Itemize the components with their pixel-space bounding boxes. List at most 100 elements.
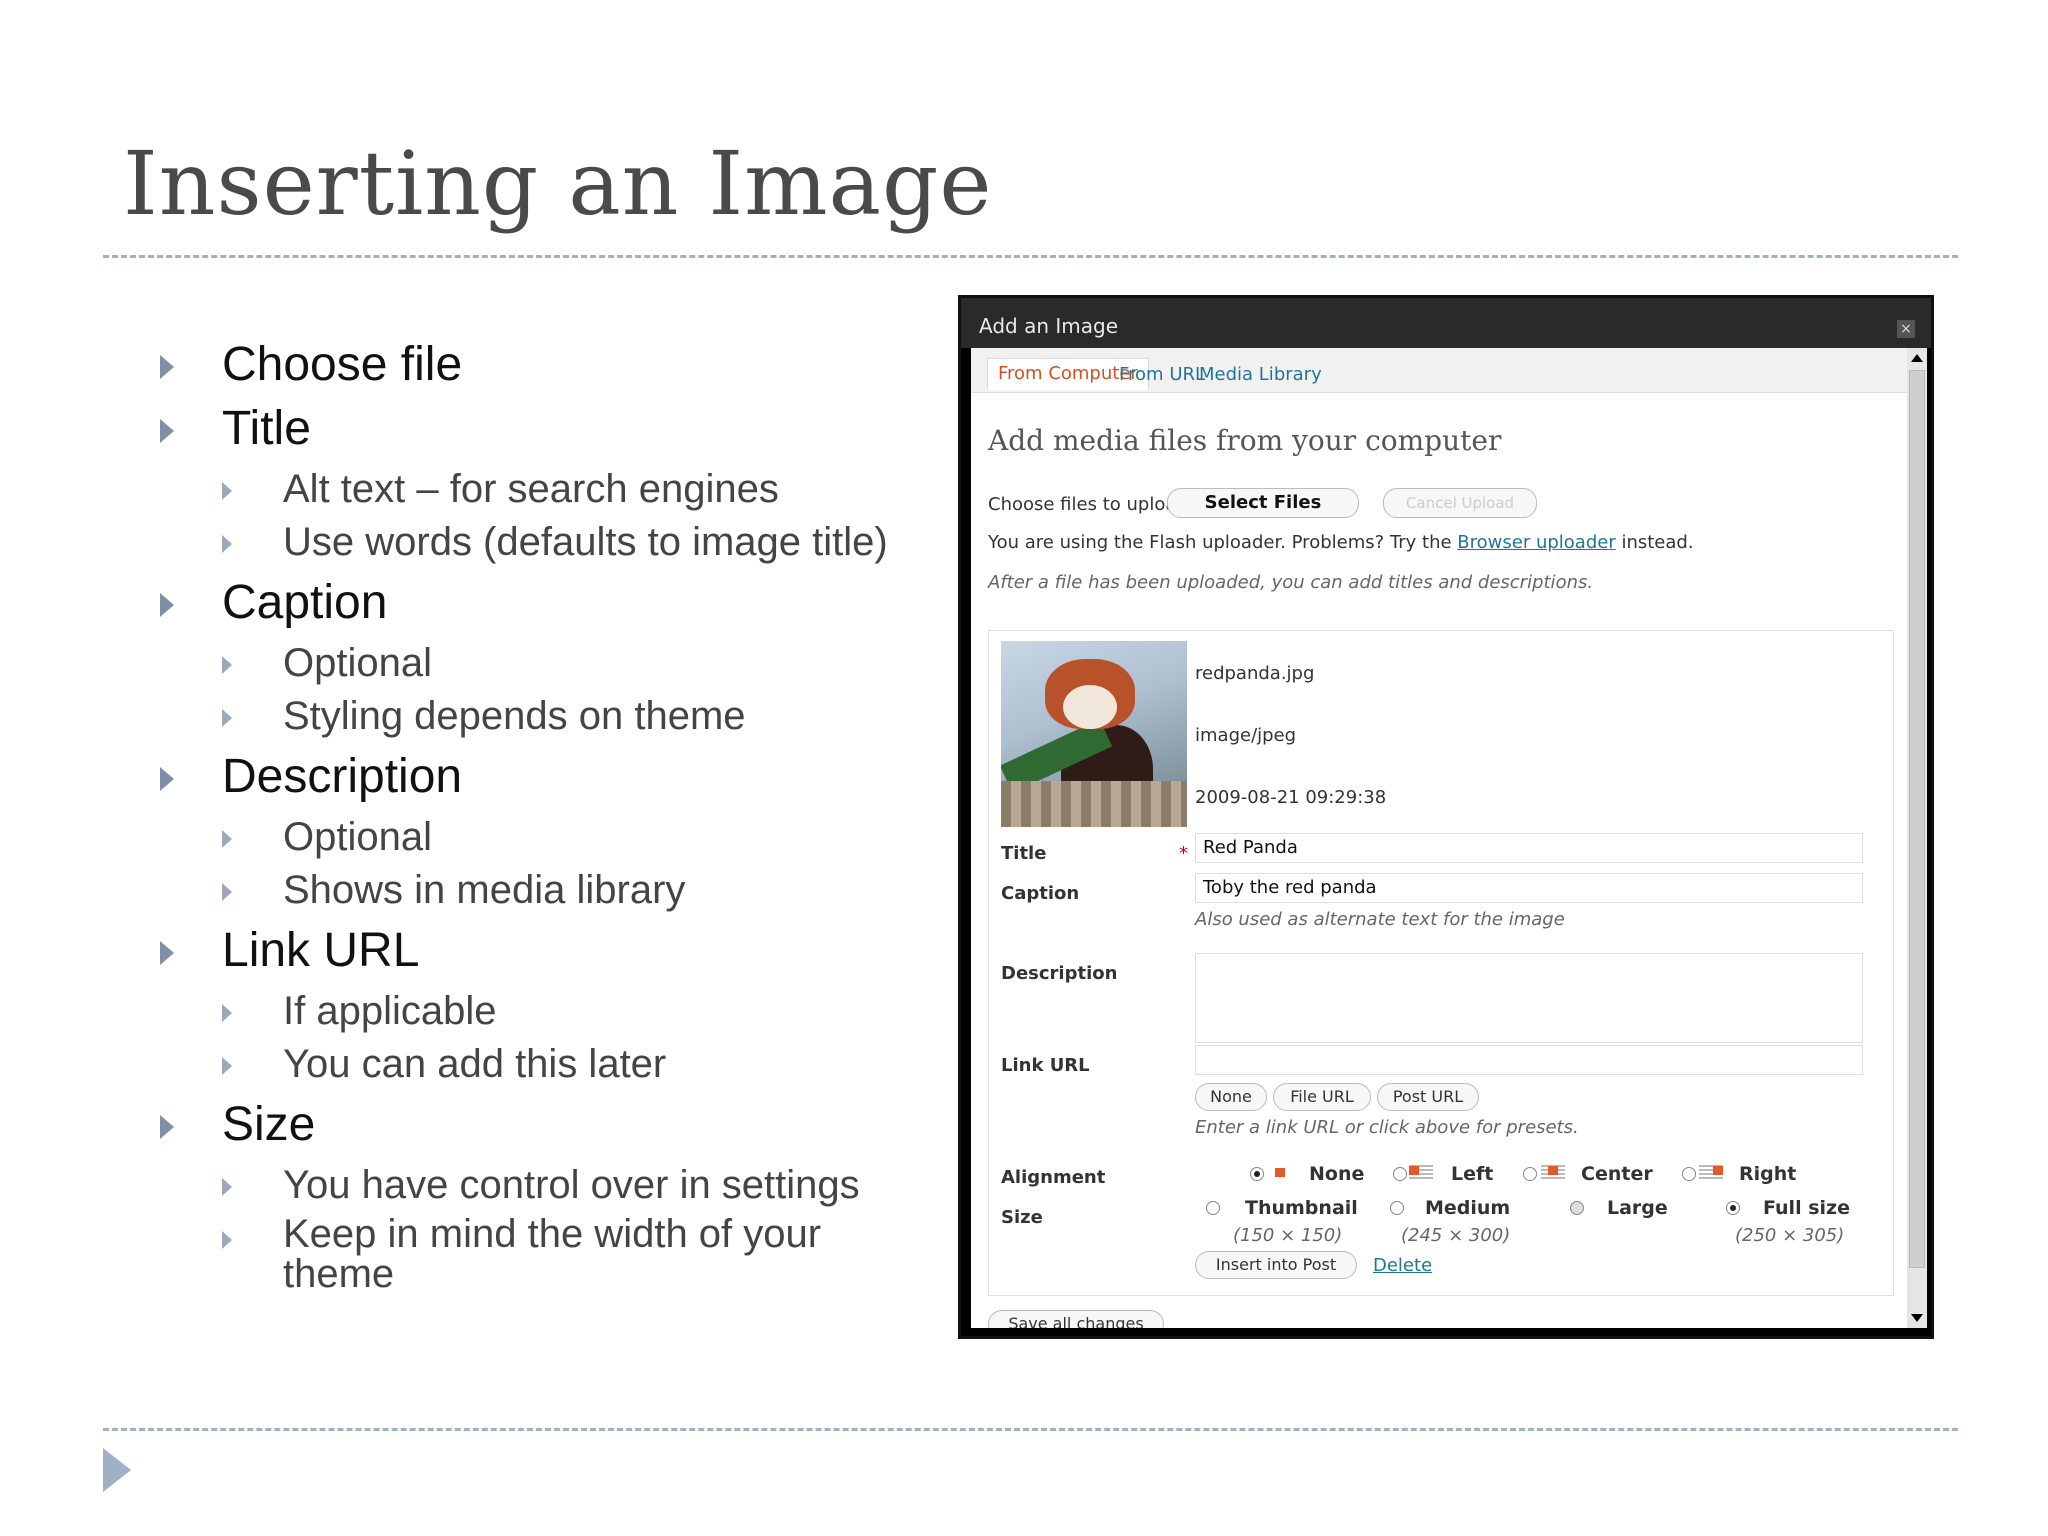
bullet-triangle-icon: [160, 593, 174, 617]
bullet-link-url: Link URL: [160, 919, 960, 983]
top-divider: [103, 255, 1958, 258]
dialog-title: Add an Image: [979, 314, 1119, 338]
after-upload-note: After a file has been uploaded, you can …: [988, 572, 1594, 593]
bullet-size: Size: [160, 1093, 960, 1157]
caption-hint: Also used as alternate text for the imag…: [1195, 909, 1565, 930]
align-none-label: None: [1309, 1163, 1365, 1185]
link-none-button[interactable]: None: [1195, 1083, 1267, 1111]
size-large-label: Large: [1607, 1197, 1668, 1219]
size-medium-label: Medium: [1425, 1197, 1511, 1219]
scroll-thumb[interactable]: [1909, 370, 1925, 1268]
bullet-caption: Caption: [160, 571, 960, 635]
align-left-label: Left: [1451, 1163, 1494, 1185]
align-center-radio[interactable]: [1523, 1167, 1537, 1181]
align-right-label: Right: [1739, 1163, 1797, 1185]
size-medium-radio[interactable]: [1390, 1201, 1404, 1215]
dialog-content: From Computer From URL Media Library Add…: [971, 348, 1907, 1328]
bullet-list: Choose file Title Alt text – for search …: [160, 333, 960, 1299]
tab-media-library[interactable]: Media Library: [1189, 360, 1332, 390]
bullet-triangle-icon: [160, 941, 174, 965]
size-label: Size: [1001, 1207, 1043, 1228]
sub-bullet-triangle-icon: [222, 830, 232, 848]
bullet-triangle-icon: [160, 767, 174, 791]
align-none-radio[interactable]: [1250, 1167, 1264, 1181]
sub-bullet-triangle-icon: [222, 535, 232, 553]
sub-bullet-triangle-icon: [222, 1004, 232, 1022]
slide-title: Inserting an Image: [123, 132, 993, 235]
sub-bullet: If applicable: [160, 987, 960, 1035]
sub-bullet: You have control over in settings: [160, 1161, 960, 1209]
scroll-up-arrow-icon[interactable]: [1911, 354, 1923, 362]
sub-bullet-triangle-icon: [222, 1231, 232, 1249]
bullet-triangle-icon: [160, 355, 174, 379]
align-center-label: Center: [1581, 1163, 1653, 1185]
sub-bullet-triangle-icon: [222, 1057, 232, 1075]
sub-bullet: Keep in mind the width of your theme: [160, 1214, 843, 1294]
title-input[interactable]: Red Panda: [1195, 833, 1863, 863]
bullet-choose-file: Choose file: [160, 333, 960, 397]
close-icon[interactable]: ×: [1897, 320, 1915, 338]
size-thumbnail-dims: (150 × 150): [1233, 1225, 1343, 1246]
bullet-triangle-icon: [160, 1115, 174, 1139]
file-upload-date: 2009-08-21 09:29:38: [1195, 787, 1387, 808]
sub-bullet: Optional: [160, 813, 960, 861]
size-large-radio: [1570, 1201, 1584, 1215]
caption-input[interactable]: Toby the red panda: [1195, 873, 1863, 903]
align-none-icon: [1269, 1167, 1293, 1181]
browser-uploader-link[interactable]: Browser uploader: [1457, 532, 1615, 553]
flash-uploader-notice: You are using the Flash uploader. Proble…: [988, 532, 1694, 553]
choose-files-label: Choose files to upload: [988, 494, 1188, 515]
link-file-url-button[interactable]: File URL: [1273, 1083, 1371, 1111]
dialog-scrollbar[interactable]: [1907, 348, 1927, 1328]
link-url-input[interactable]: [1195, 1045, 1863, 1075]
link-post-url-button[interactable]: Post URL: [1377, 1083, 1479, 1111]
description-label: Description: [1001, 963, 1118, 984]
caption-label: Caption: [1001, 883, 1080, 904]
save-all-changes-button[interactable]: Save all changes: [988, 1310, 1164, 1328]
sub-bullet: Styling depends on theme: [160, 692, 960, 740]
select-files-button[interactable]: Select Files: [1167, 488, 1359, 518]
bottom-divider: [103, 1428, 1958, 1431]
slide-nav-triangle-icon: [103, 1448, 131, 1492]
sub-bullet: You can add this later: [160, 1040, 960, 1088]
red-panda-thumbnail: [1001, 641, 1187, 827]
align-left-radio[interactable]: [1393, 1167, 1407, 1181]
sub-bullet: Use words (defaults to image title): [160, 518, 960, 566]
title-label: Title: [1001, 843, 1047, 864]
add-image-dialog: Add an Image × From Computer From URL Me…: [958, 295, 1934, 1339]
file-mime-type: image/jpeg: [1195, 725, 1297, 746]
sub-bullet: Shows in media library: [160, 866, 960, 914]
align-left-icon: [1409, 1165, 1433, 1179]
sub-bullet: Optional: [160, 639, 960, 687]
scroll-down-arrow-icon[interactable]: [1911, 1314, 1923, 1322]
sub-bullet-triangle-icon: [222, 1178, 232, 1196]
align-right-radio[interactable]: [1682, 1167, 1696, 1181]
link-url-label: Link URL: [1001, 1055, 1090, 1076]
description-textarea[interactable]: [1195, 953, 1863, 1043]
cancel-upload-button: Cancel Upload: [1383, 488, 1537, 518]
size-thumbnail-radio[interactable]: [1206, 1201, 1220, 1215]
sub-bullet-triangle-icon: [222, 883, 232, 901]
link-hint: Enter a link URL or click above for pres…: [1195, 1117, 1579, 1138]
bullet-title: Title: [160, 397, 960, 461]
dialog-titlebar: Add an Image ×: [961, 298, 1931, 348]
bullet-triangle-icon: [160, 419, 174, 443]
sub-bullet-triangle-icon: [222, 656, 232, 674]
size-full-radio[interactable]: [1726, 1201, 1740, 1215]
required-mark: *: [1179, 843, 1188, 864]
sub-bullet-triangle-icon: [222, 709, 232, 727]
delete-link[interactable]: Delete: [1373, 1255, 1432, 1276]
align-right-icon: [1699, 1165, 1723, 1179]
size-thumbnail-label: Thumbnail: [1245, 1197, 1358, 1219]
size-medium-dims: (245 × 300): [1401, 1225, 1511, 1246]
alignment-label: Alignment: [1001, 1167, 1106, 1188]
uploaded-file-panel: redpanda.jpg image/jpeg 2009-08-21 09:29…: [988, 630, 1894, 1296]
insert-into-post-button[interactable]: Insert into Post: [1195, 1251, 1357, 1279]
size-full-dims: (250 × 305): [1735, 1225, 1845, 1246]
size-full-label: Full size: [1763, 1197, 1850, 1219]
sub-bullet-triangle-icon: [222, 482, 232, 500]
sub-bullet: Alt text – for search engines: [160, 465, 960, 513]
file-name: redpanda.jpg: [1195, 663, 1315, 684]
bullet-description: Description: [160, 745, 960, 809]
media-tabs: From Computer From URL Media Library: [971, 348, 1907, 393]
